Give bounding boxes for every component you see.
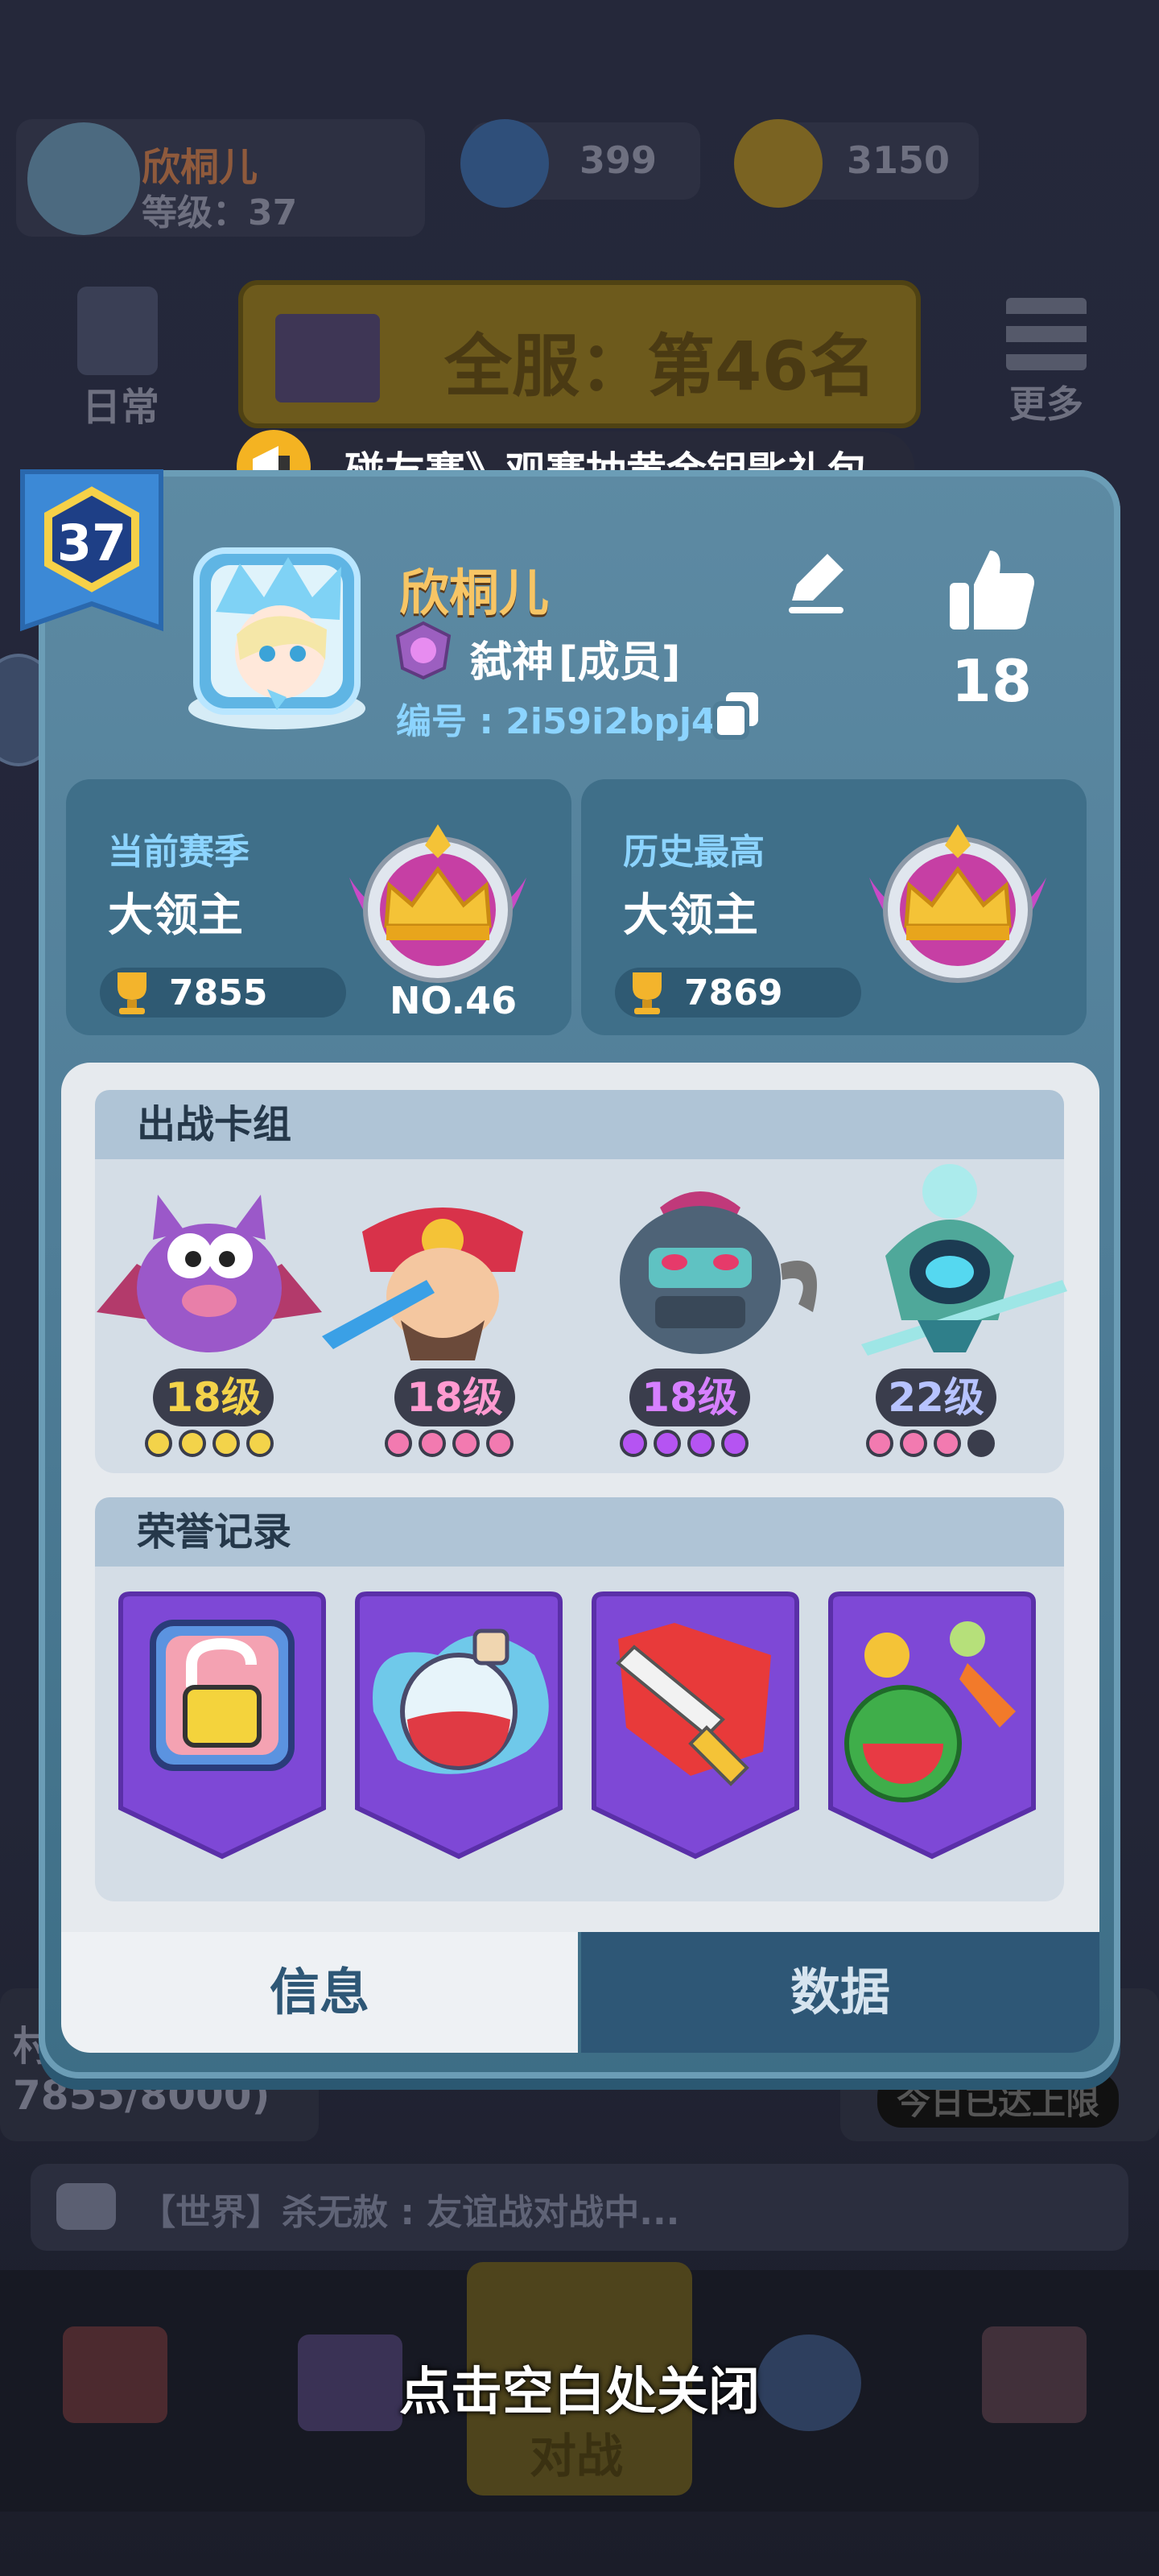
menu-icon bbox=[1006, 298, 1087, 370]
deck-section-title: 出战卡组 bbox=[95, 1090, 1064, 1159]
star-dot bbox=[179, 1430, 206, 1457]
deck-card-level: 22级 bbox=[876, 1368, 996, 1426]
deck-card-stars bbox=[385, 1430, 514, 1457]
deck-card-stars bbox=[145, 1430, 274, 1457]
star-dot bbox=[687, 1430, 715, 1457]
deck-card-ghost-knight[interactable] bbox=[829, 1159, 1070, 1368]
server-rank-text: 全服：第46名 bbox=[444, 327, 876, 406]
world-chat-text: 【世界】杀无赦 : 友谊战对战中... bbox=[140, 2192, 680, 2233]
level-ribbon: 37 bbox=[18, 467, 166, 639]
clipboard-icon bbox=[77, 287, 158, 375]
thumbs-up-icon bbox=[950, 551, 1034, 630]
history-best-trophy-value: 7869 bbox=[684, 972, 783, 1013]
player-avatar[interactable] bbox=[184, 539, 370, 733]
coin-icon bbox=[734, 119, 823, 208]
deck-card-bat[interactable] bbox=[89, 1175, 330, 1368]
gem-count: 399 bbox=[580, 138, 658, 182]
like-count: 18 bbox=[951, 647, 1033, 715]
coin-count: 3150 bbox=[847, 138, 951, 182]
star-dot bbox=[246, 1430, 274, 1457]
current-season-position: NO.46 bbox=[390, 979, 518, 1022]
player-avatar-small bbox=[27, 122, 140, 235]
honor-badge-lock[interactable] bbox=[113, 1591, 332, 1861]
limit-text: 今日已达上限 bbox=[877, 2072, 1120, 2128]
star-dot bbox=[385, 1430, 412, 1457]
chat-bubble-icon bbox=[56, 2183, 116, 2230]
star-dot bbox=[145, 1430, 172, 1457]
player-level-small: 等级：37 bbox=[142, 192, 298, 233]
current-season-rank: 大领主 bbox=[108, 890, 243, 942]
honor-badge-fruit[interactable] bbox=[823, 1591, 1041, 1861]
star-dot bbox=[934, 1430, 961, 1457]
star-dot bbox=[654, 1430, 681, 1457]
daily-label: 日常 bbox=[81, 385, 159, 430]
player-name: 欣桐儿 bbox=[399, 564, 550, 622]
close-hint: 点击空白处关闭 bbox=[399, 2363, 760, 2422]
progress-text: 7855/8000) bbox=[13, 2072, 270, 2119]
player-id: 编号 : 2i59i2bpj4 bbox=[396, 701, 716, 742]
current-season-trophy-value: 7855 bbox=[169, 972, 268, 1013]
deck-card-level: 18级 bbox=[629, 1368, 750, 1426]
more-label: 更多 bbox=[1009, 382, 1083, 426]
deck-card-level: 18级 bbox=[394, 1368, 515, 1426]
honor-badge-sword[interactable] bbox=[586, 1591, 805, 1861]
star-dot bbox=[212, 1430, 240, 1457]
star-dot bbox=[900, 1430, 927, 1457]
tab-info[interactable]: 信息 bbox=[61, 1932, 578, 2053]
crown-rank-badge bbox=[861, 821, 1054, 990]
trophy-icon bbox=[621, 968, 673, 1018]
star-dot bbox=[967, 1430, 995, 1457]
deck-card-stars bbox=[866, 1430, 995, 1457]
podium-icon bbox=[275, 314, 380, 402]
current-season-label: 当前赛季 bbox=[108, 832, 250, 873]
deck-card-samurai[interactable] bbox=[314, 1183, 571, 1368]
star-dot bbox=[866, 1430, 893, 1457]
star-dot bbox=[721, 1430, 749, 1457]
star-dot bbox=[419, 1430, 446, 1457]
history-best-rank: 大领主 bbox=[623, 890, 758, 942]
guild-emblem-icon bbox=[391, 620, 456, 681]
deck-card-level: 18级 bbox=[153, 1368, 274, 1426]
deck-card-ogre[interactable] bbox=[571, 1175, 837, 1368]
deck-card-stars bbox=[620, 1430, 749, 1457]
server-rank-banner[interactable]: 全服：第46名 bbox=[238, 280, 921, 428]
tab-data[interactable]: 数据 bbox=[581, 1932, 1099, 2053]
star-dot bbox=[452, 1430, 480, 1457]
star-dot bbox=[620, 1430, 647, 1457]
honor-badge-potion[interactable] bbox=[349, 1591, 568, 1861]
guild-role: [成员] bbox=[559, 638, 681, 687]
like-button[interactable] bbox=[943, 541, 1040, 638]
history-best-label: 历史最高 bbox=[623, 832, 765, 873]
honor-section-title: 荣誉记录 bbox=[95, 1497, 1064, 1567]
trophy-icon bbox=[106, 968, 158, 1018]
guild-name: 弑神 bbox=[470, 638, 555, 687]
edit-name-icon[interactable] bbox=[776, 543, 856, 623]
level-number: 37 bbox=[56, 514, 127, 572]
crown-rank-badge bbox=[341, 821, 534, 990]
star-dot bbox=[486, 1430, 514, 1457]
more-button[interactable]: 更多 bbox=[990, 298, 1103, 427]
battle-label: 对战 bbox=[530, 2429, 624, 2483]
daily-button[interactable]: 日常 bbox=[64, 287, 177, 430]
copy-icon[interactable] bbox=[708, 686, 765, 742]
gem-icon bbox=[460, 119, 549, 208]
